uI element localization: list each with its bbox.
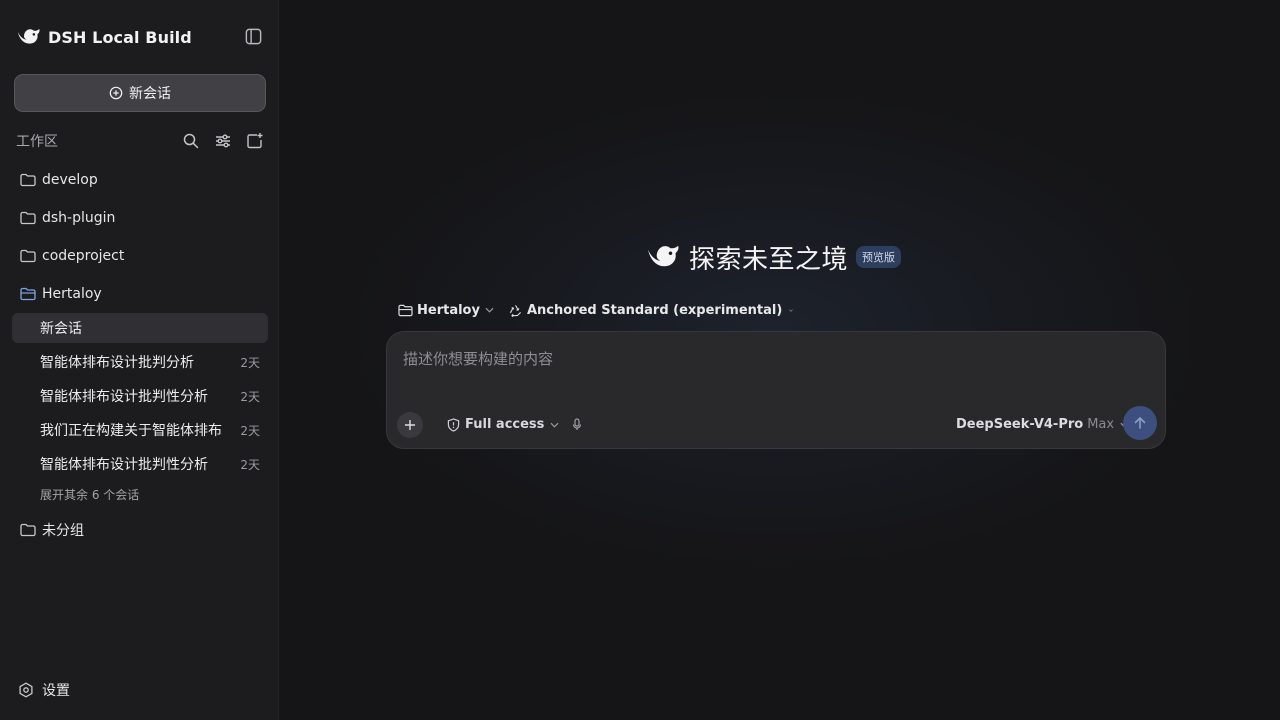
folder-open-icon <box>20 287 36 301</box>
project-name: Hertaloy <box>417 302 480 318</box>
context-row: Hertaloy Anchored Standard (experimental… <box>398 300 794 320</box>
conversation-item-active[interactable]: 新会话 <box>12 313 268 343</box>
gear-icon <box>19 682 33 698</box>
plus-circle-icon <box>109 86 123 100</box>
folder-icon <box>20 523 36 537</box>
project-selector[interactable]: Hertaloy <box>398 303 494 318</box>
conversation-age: 2天 <box>240 457 260 472</box>
whale-logo-icon <box>17 28 40 44</box>
settings-label: 设置 <box>42 683 70 699</box>
conversation-age: 2天 <box>240 355 260 370</box>
main-panel: 探索未至之境 预览版 Hertaloy Anchored Standard (e… <box>280 0 1280 720</box>
model-selector[interactable]: DeepSeek-V4-Pro Max <box>956 417 1129 432</box>
chevron-down-icon <box>789 308 794 312</box>
model-name: DeepSeek-V4-Pro <box>956 417 1084 432</box>
chevron-down-icon <box>485 307 494 313</box>
conversation-item[interactable]: 智能体排布设计批判分析 2天 <box>12 347 268 377</box>
app-window: DSH Local Build 新会话 工作区 develop dsh-plug… <box>0 0 1280 720</box>
folder-icon <box>20 173 36 187</box>
conversation-title: 智能体排布设计批判性分析 <box>40 389 208 405</box>
folder-icon <box>20 249 36 263</box>
conversation-age: 2天 <box>240 389 260 404</box>
shield-icon <box>447 417 460 432</box>
folder-icon <box>20 211 36 225</box>
folder-label: 未分组 <box>42 523 84 539</box>
model-tier: Max <box>1087 417 1115 432</box>
folder-label: Hertaloy <box>42 286 102 302</box>
folder-dsh-plugin[interactable]: dsh-plugin <box>20 207 115 229</box>
folder-label: dsh-plugin <box>42 210 116 226</box>
folder-icon <box>398 304 413 316</box>
conversation-title: 智能体排布设计批判性分析 <box>40 457 208 473</box>
workspace-header: 工作区 <box>16 130 264 152</box>
access-level-label: Full access <box>465 417 545 432</box>
expand-more-conversations-link[interactable]: 展开其余 6 个会话 <box>40 486 139 503</box>
workspace-tools <box>182 132 264 150</box>
composer: Full access DeepSeek-V4-Pro Max <box>386 331 1166 449</box>
conversation-item[interactable]: 智能体排布设计批判性分析 2天 <box>12 449 268 479</box>
chevron-down-icon <box>550 422 559 428</box>
conversation-item[interactable]: 我们正在构建关于智能体排布 2天 <box>12 415 268 445</box>
hero: 探索未至之境 预览版 <box>645 238 902 276</box>
settings-button[interactable]: 设置 <box>18 680 70 700</box>
brand: DSH Local Build <box>16 24 192 50</box>
sidebar: DSH Local Build 新会话 工作区 develop dsh-plug… <box>0 0 279 720</box>
arrow-up-icon <box>1134 417 1146 429</box>
search-icon[interactable] <box>182 132 200 150</box>
prompt-input[interactable] <box>403 348 1143 370</box>
access-level-selector[interactable]: Full access <box>447 417 559 432</box>
attach-button[interactable] <box>397 412 423 438</box>
recycle-icon <box>509 304 521 317</box>
mode-name: Anchored Standard (experimental) <box>526 302 783 318</box>
conversation-item[interactable]: 智能体排布设计批判性分析 2天 <box>12 381 268 411</box>
folder-ungrouped[interactable]: 未分组 <box>20 519 84 541</box>
new-folder-icon[interactable] <box>246 132 264 150</box>
conversation-title: 我们正在构建关于智能体排布 <box>40 423 222 439</box>
microphone-icon[interactable] <box>572 418 582 431</box>
folder-hertaloy[interactable]: Hertaloy <box>20 283 102 305</box>
send-button[interactable] <box>1123 406 1157 440</box>
mode-selector[interactable]: Anchored Standard (experimental) <box>508 302 794 318</box>
sidebar-toggle-icon[interactable] <box>244 27 263 46</box>
workspace-title: 工作区 <box>16 134 58 150</box>
whale-logo-icon <box>648 245 679 267</box>
hero-headline: 探索未至之境 <box>689 244 849 275</box>
folder-label: codeproject <box>42 248 125 264</box>
folder-develop[interactable]: develop <box>20 169 98 191</box>
new-chat-label: 新会话 <box>129 86 171 102</box>
conversation-title: 智能体排布设计批判分析 <box>40 355 194 371</box>
app-title: DSH Local Build <box>48 27 192 47</box>
folder-label: develop <box>42 172 98 188</box>
conversation-title: 新会话 <box>40 321 82 337</box>
plus-icon <box>405 420 415 430</box>
conversation-age: 2天 <box>240 423 260 438</box>
folder-codeproject[interactable]: codeproject <box>20 245 124 267</box>
filter-sliders-icon[interactable] <box>214 132 232 150</box>
preview-badge: 预览版 <box>856 246 902 268</box>
new-chat-button[interactable]: 新会话 <box>14 74 266 112</box>
